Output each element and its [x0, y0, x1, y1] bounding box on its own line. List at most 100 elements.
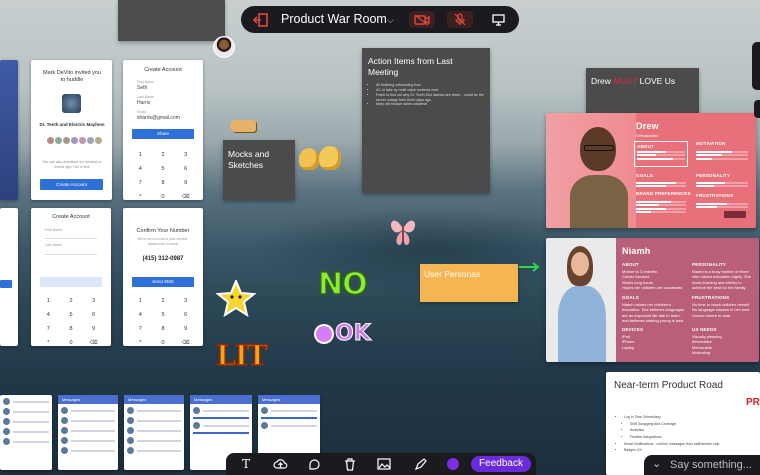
create-account-button[interactable]: Create Account	[40, 179, 103, 190]
roadmap-title: Near-term Product Road	[614, 380, 723, 391]
ux-needs-list: Visually pleasing Informative Memorable Mot…	[692, 334, 722, 356]
cat-sticker[interactable]	[297, 142, 343, 176]
lit-sticker[interactable]: LIT	[215, 341, 268, 371]
persona-role: Orthodontist	[636, 133, 658, 138]
feedback-button[interactable]: Feedback	[471, 456, 531, 472]
persona-name: Niamh	[622, 246, 651, 256]
sticky-user-personas[interactable]: User Personas	[420, 264, 518, 302]
persona-name: Drew	[636, 121, 659, 131]
screen-share-icon[interactable]	[485, 11, 511, 28]
butterfly-sticker[interactable]	[388, 215, 418, 247]
send-sms-button[interactable]: Send SMS	[132, 277, 194, 287]
personality-text: Niamh is a busy mother of three who valu…	[692, 269, 752, 291]
chat-header: Messages	[58, 395, 118, 404]
keypad[interactable]: 123 456 789 * 0 ⌫	[37, 298, 105, 346]
room-name-label: Dr. Teeth and Electric Mayhem	[39, 122, 105, 127]
chat-mockup[interactable]: Messages	[124, 395, 184, 470]
create-account-title: Create Account	[144, 67, 182, 73]
drew-photo	[546, 113, 636, 228]
star-sticker[interactable]	[215, 278, 257, 318]
mocks-title: Mocks and Sketches	[228, 149, 270, 171]
section-heading: BRAND PREFERENCES	[636, 191, 691, 196]
partial-sticky-note[interactable]	[118, 0, 225, 41]
no-sticker[interactable]: NO	[317, 269, 368, 301]
chat-mockup-partial[interactable]	[0, 395, 52, 470]
confirm-subtitle: We've sent a code to your number, please…	[137, 237, 189, 246]
leave-icon[interactable]	[250, 11, 272, 28]
about-list: Mother to 3 children Career focused Works …	[622, 269, 683, 291]
camera-off-icon[interactable]	[409, 11, 435, 28]
download-note: You can also download our desktop or mob…	[42, 160, 102, 169]
draw-icon[interactable]	[412, 457, 428, 471]
frustrations-list: No time to teach children herself No lang…	[692, 302, 750, 318]
last-name-field[interactable]: Harris	[137, 100, 150, 107]
participant-avatar[interactable]	[213, 36, 235, 58]
canvas-toolbar: T Feedback	[226, 453, 536, 475]
trash-icon[interactable]	[342, 457, 358, 471]
side-panel-toggle[interactable]	[754, 100, 760, 118]
user-personas-title: User Personas	[424, 269, 481, 279]
sticky-action-items[interactable]: Action Items from Last Meeting All finis…	[362, 48, 490, 193]
room-name[interactable]: Product War Room	[281, 12, 387, 26]
devices-list: iPad iPhone Laptop	[622, 334, 635, 350]
must-highlight: MUST	[613, 76, 638, 86]
arrow-connector[interactable]	[518, 262, 540, 272]
sticky-drew-must-love-us[interactable]: Drew MUST LOVE Us	[586, 68, 699, 113]
disabled-button[interactable]	[40, 277, 102, 287]
drew-text: Drew	[591, 76, 614, 86]
persona-card-drew[interactable]: Drew Orthodontist ABOUT MOTIVATION GOALS…	[546, 113, 756, 228]
action-items-title: Action Items from Last Meeting	[368, 56, 453, 78]
phone-mockup-invite[interactable]: Mark DeVito invited you to huddle Dr. Te…	[31, 60, 112, 200]
chevron-down-icon[interactable]: ⌄	[652, 457, 661, 470]
niamh-photo	[546, 238, 616, 362]
invite-title: Mark DeVito invited you to huddle	[43, 70, 101, 84]
keypad[interactable]: 123 456 789 * 0 ⌫	[129, 152, 197, 200]
section-heading: PERSONALITY	[692, 262, 727, 267]
keypad[interactable]: 123 456 789 * 0 ⌫	[129, 298, 197, 346]
color-picker[interactable]	[445, 457, 461, 471]
section-heading: PERSONALITY	[696, 173, 731, 178]
phone-mockup-create-account-2[interactable]: Create Account First Name Last Name 123 …	[31, 208, 111, 346]
section-heading: FRUSTRATIONS	[692, 295, 730, 300]
section-heading: DEVICES	[622, 327, 644, 332]
persona-card-niamh[interactable]: Niamh ABOUT Mother to 3 children Career f…	[546, 238, 759, 362]
action-items-list: All finishing onboarding flow AC to take…	[368, 83, 484, 107]
upload-icon[interactable]	[272, 457, 288, 471]
persona-about-box: ABOUT	[634, 141, 688, 167]
email-field[interactable]: sharris@gmail.com	[137, 115, 180, 122]
room-toolbar: Product War Room ⌵	[241, 6, 519, 33]
phone-mockup-partial[interactable]	[0, 60, 18, 200]
chat-mockup[interactable]: Messages	[58, 395, 118, 470]
mic-off-icon[interactable]	[447, 11, 473, 28]
confirm-title: Confirm Your Number	[136, 228, 190, 234]
sticky-mocks-sketches[interactable]: Mocks and Sketches	[223, 140, 295, 200]
text-tool-icon[interactable]: T	[238, 457, 254, 471]
side-panel-toggle[interactable]	[752, 42, 760, 90]
chevron-down-icon[interactable]: ⌵	[387, 15, 394, 26]
section-heading: ABOUT	[622, 262, 639, 267]
field-label: Last Name	[45, 243, 62, 247]
chat-header: Messages	[258, 395, 320, 404]
first-name-field[interactable]: Seth	[137, 85, 147, 92]
create-account-title: Create Account	[52, 214, 90, 220]
image-icon[interactable]	[376, 457, 392, 471]
chat-header: Messages	[190, 395, 252, 404]
phone-number-field[interactable]: (415) 312-0987	[123, 256, 203, 262]
section-heading: UX NEEDS	[692, 327, 717, 332]
phone-mockup-create-account[interactable]: Create Account First Name Seth Last Name…	[123, 60, 203, 200]
share-button[interactable]: Share	[132, 129, 194, 139]
pointing-hand-sticker[interactable]	[230, 120, 256, 132]
sticker-icon[interactable]	[306, 457, 322, 471]
love-us-text: LOVE Us	[637, 76, 676, 86]
section-heading: GOALS	[622, 295, 640, 300]
phone-mockup-partial[interactable]	[0, 208, 18, 346]
room-thumbnail	[62, 94, 81, 113]
chat-mockup[interactable]: Messages	[258, 395, 320, 455]
phone-mockup-confirm-number[interactable]: Confirm Your Number We've sent a code to…	[123, 208, 203, 346]
participant-avatars	[47, 137, 102, 144]
section-heading: FRUSTRATIONS	[696, 193, 734, 198]
roadmap-red-fragment: PR	[746, 397, 760, 408]
chat-bar: ⌄	[644, 455, 760, 475]
chat-input[interactable]	[670, 458, 760, 472]
ok-sticker[interactable]: OK	[316, 322, 371, 346]
